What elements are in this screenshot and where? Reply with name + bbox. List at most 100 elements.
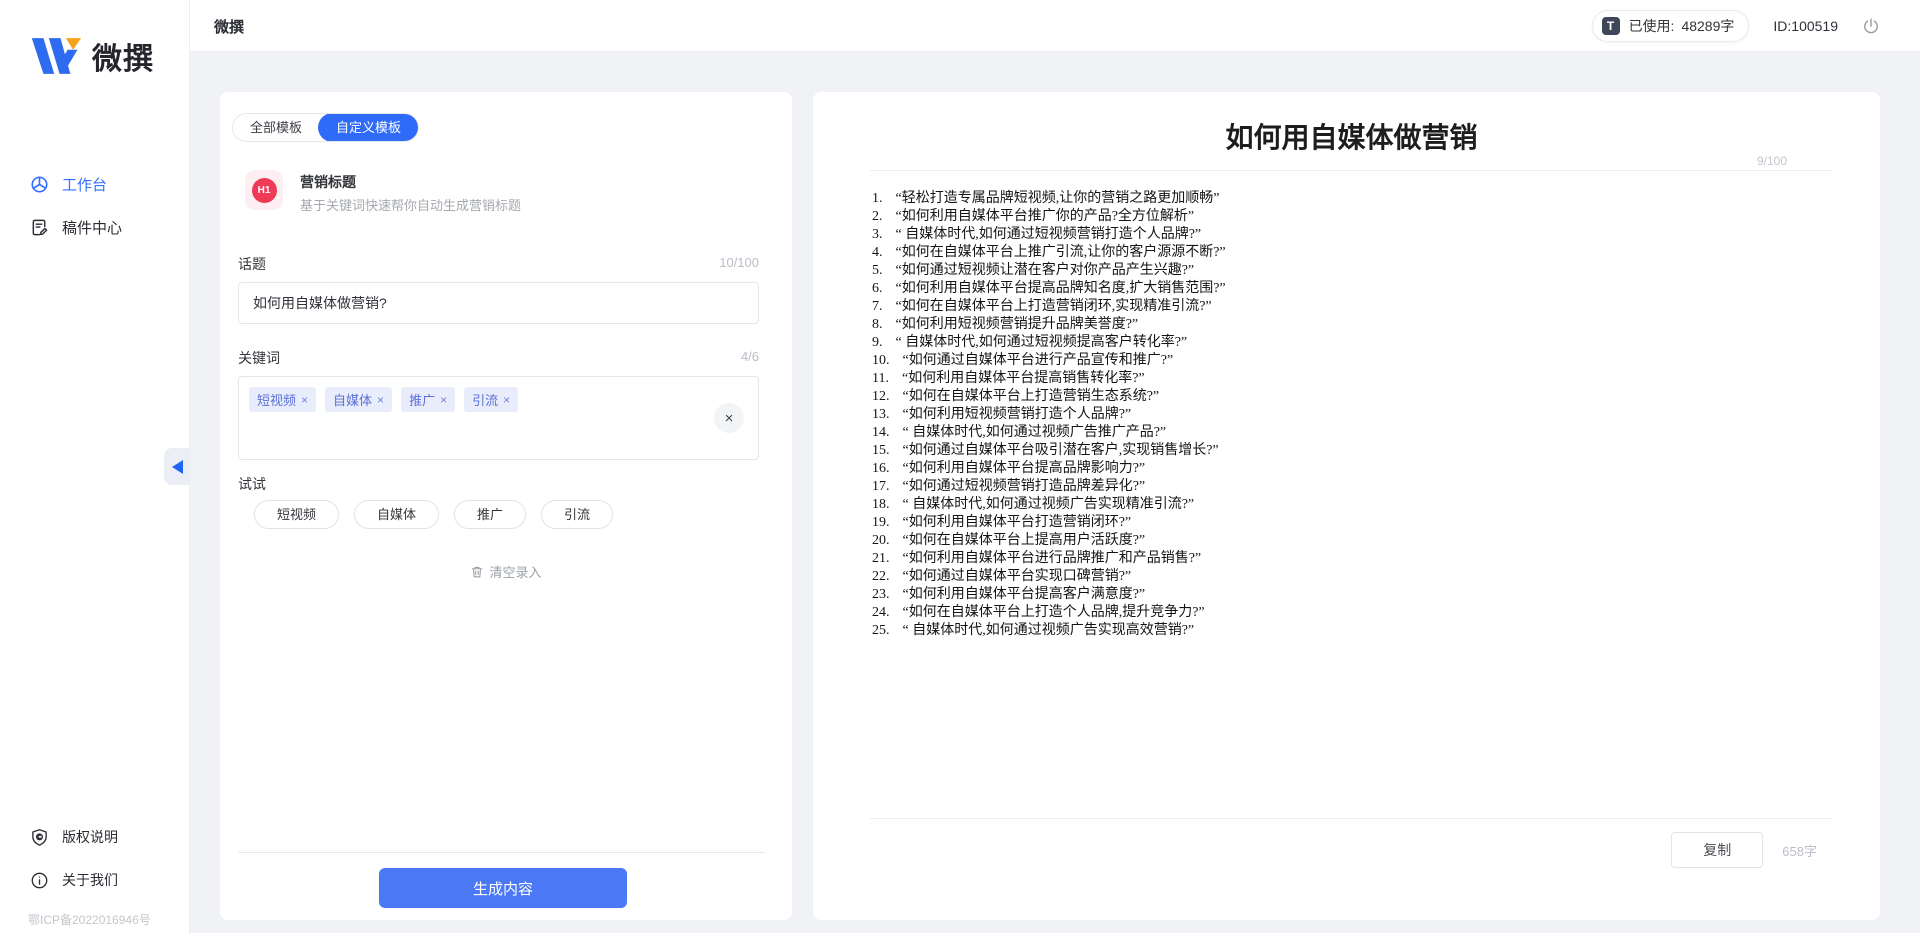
- result-item-text: “ 自媒体时代,如何通过视频广告实现高效营销?”: [903, 622, 1195, 640]
- topic-label: 话题: [238, 254, 266, 274]
- result-item-number: 9.: [872, 334, 883, 352]
- keywords-input-area[interactable]: 短视频× 自媒体 × 推广 × 引流 × ×: [238, 376, 759, 460]
- result-item: 3. “ 自媒体时代,如何通过短视频营销打造个人品牌?”: [872, 226, 1835, 244]
- result-item: 1.“轻松打造专属品牌短视频,让你的营销之路更加顺畅”: [872, 190, 1835, 208]
- remove-keyword-icon[interactable]: ×: [503, 393, 510, 407]
- result-item-number: 19.: [872, 514, 890, 532]
- generate-content-button[interactable]: 生成内容: [379, 868, 627, 908]
- keyword-tag-label: 推广: [409, 390, 435, 409]
- result-item-text: “如何利用短视频营销打造个人品牌?”: [903, 406, 1132, 424]
- suggestion-pill[interactable]: 推广: [454, 500, 526, 529]
- close-icon: ×: [725, 410, 734, 427]
- result-item-number: 10.: [872, 352, 890, 370]
- result-item-number: 15.: [872, 442, 890, 460]
- result-item-number: 16.: [872, 460, 890, 478]
- keyword-tag: 引流 ×: [464, 387, 518, 412]
- sidebar: 微撰 工作台 稿件中心 版权说明: [0, 0, 190, 933]
- result-item: 17. “如何通过短视频营销打造品牌差异化?”: [872, 478, 1835, 496]
- remove-keyword-icon[interactable]: ×: [440, 393, 447, 407]
- result-item: 4. “如何在自媒体平台上推广引流,让你的客户源源不断?”: [872, 244, 1835, 262]
- result-item-number: 8.: [872, 316, 883, 334]
- topic-input[interactable]: [238, 282, 759, 324]
- result-item-number: 12.: [872, 388, 890, 406]
- clear-keywords-button[interactable]: ×: [714, 403, 744, 433]
- result-item: 15. “如何通过自媒体平台吸引潜在客户,实现销售增长?”: [872, 442, 1835, 460]
- keyword-tag-label: 自媒体: [333, 390, 372, 409]
- keyword-tag: 短视频×: [249, 387, 316, 412]
- result-item: 2.“如何利用自媒体平台推广你的产品?全方位解析”: [872, 208, 1835, 226]
- keyword-tag-label: 引流: [472, 390, 498, 409]
- clear-entry-label: 清空录入: [489, 562, 541, 581]
- sidebar-item-copyright[interactable]: 版权说明: [30, 827, 118, 847]
- result-item-text: “ 自媒体时代,如何通过短视频营销打造个人品牌?”: [896, 226, 1202, 244]
- logout-button[interactable]: [1862, 17, 1880, 35]
- user-id: ID:100519: [1773, 18, 1838, 34]
- template-form-panel: 全部模板 自定义模板 H1 营销标题 基于关键词快速帮你自动生成营销标题 话题 …: [220, 92, 792, 920]
- result-item-text: “如何利用自媒体平台推广你的产品?全方位解析”: [896, 208, 1195, 226]
- remove-keyword-icon[interactable]: ×: [377, 393, 384, 407]
- sidebar-item-workspace[interactable]: 工作台: [30, 174, 107, 195]
- result-item-text: “如何通过短视频营销打造品牌差异化?”: [903, 478, 1146, 496]
- result-item-text: “ 自媒体时代,如何通过短视频提高客户转化率?”: [896, 334, 1188, 352]
- usage-badge: T 已使用: 48289字: [1592, 10, 1750, 42]
- result-item-number: 14.: [872, 424, 890, 442]
- template-description: 基于关键词快速帮你自动生成营销标题: [300, 195, 521, 214]
- drafts-icon: [30, 218, 49, 237]
- result-panel: 如何用自媒体做营销 9/100 1.“轻松打造专属品牌短视频,让你的营销之路更加…: [813, 92, 1880, 920]
- copyright-shield-icon: [30, 828, 49, 847]
- result-item-text: “如何利用自媒体平台进行品牌推广和产品销售?”: [903, 550, 1202, 568]
- result-item: 24.“如何在自媒体平台上打造个人品牌,提升竞争力?”: [872, 604, 1835, 622]
- sidebar-item-about[interactable]: 关于我们: [30, 870, 118, 890]
- keywords-counter: 4/6: [741, 349, 759, 364]
- copy-button[interactable]: 复制: [1671, 832, 1763, 868]
- result-item-number: 3.: [872, 226, 883, 244]
- result-item: 19. “如何利用自媒体平台打造营销闭环?”: [872, 514, 1835, 532]
- result-item-text: “ 自媒体时代,如何通过视频广告推广产品?”: [903, 424, 1167, 442]
- page-title: 微撰: [214, 0, 244, 52]
- result-item-text: “如何通过自媒体平台吸引潜在客户,实现销售增长?”: [903, 442, 1219, 460]
- header: 微撰 T 已使用: 48289字 ID:100519: [190, 0, 1920, 52]
- tab-all-templates[interactable]: 全部模板: [233, 114, 319, 141]
- result-item-text: “如何通过自媒体平台进行产品宣传和推广?”: [903, 352, 1174, 370]
- divider: [870, 170, 1833, 171]
- result-item-text: “如何利用自媒体平台提高品牌知名度,扩大销售范围?”: [896, 280, 1226, 298]
- result-item-text: “如何利用短视频营销提升品牌美誉度?”: [896, 316, 1139, 334]
- result-item: 21. “如何利用自媒体平台进行品牌推广和产品销售?”: [872, 550, 1835, 568]
- template-name: 营销标题: [300, 172, 356, 192]
- chevron-left-icon: [172, 460, 183, 474]
- suggestion-pill[interactable]: 引流: [541, 500, 613, 529]
- clear-entry-button[interactable]: 清空录入: [220, 562, 792, 581]
- result-item-number: 21.: [872, 550, 890, 568]
- info-icon: [30, 871, 49, 890]
- result-item-text: “如何利用自媒体平台打造营销闭环?”: [903, 514, 1132, 532]
- suggestion-pill[interactable]: 自媒体: [354, 500, 439, 529]
- result-item-number: 4.: [872, 244, 883, 262]
- template-card[interactable]: H1: [245, 170, 283, 210]
- result-item-text: “如何在自媒体平台上推广引流,让你的客户源源不断?”: [896, 244, 1226, 262]
- tab-custom-templates[interactable]: 自定义模板: [318, 113, 419, 142]
- keyword-tags: 短视频× 自媒体 × 推广 × 引流 ×: [249, 387, 518, 412]
- suggestion-pill[interactable]: 短视频: [254, 500, 339, 529]
- collapse-sidebar-button[interactable]: [164, 448, 190, 485]
- sidebar-item-label: 关于我们: [62, 870, 118, 890]
- logo: 微撰: [30, 34, 154, 78]
- result-item-number: 25.: [872, 622, 890, 640]
- icp-number: 鄂ICP备2022016946号: [28, 911, 151, 928]
- result-item: 20.“如何在自媒体平台上提高用户活跃度?”: [872, 532, 1835, 550]
- result-item-number: 18.: [872, 496, 890, 514]
- result-item-number: 13.: [872, 406, 890, 424]
- result-title: 如何用自媒体做营销: [870, 116, 1833, 156]
- result-item-number: 17.: [872, 478, 890, 496]
- result-item-number: 23.: [872, 586, 890, 604]
- result-item-number: 20.: [872, 532, 890, 550]
- remove-keyword-icon[interactable]: ×: [301, 393, 308, 407]
- sidebar-item-drafts[interactable]: 稿件中心: [30, 217, 122, 238]
- result-item: 18. “ 自媒体时代,如何通过视频广告实现精准引流?”: [872, 496, 1835, 514]
- suggestions-label: 试试: [238, 474, 266, 494]
- result-item: 12.“如何在自媒体平台上打造营销生态系统?”: [872, 388, 1835, 406]
- result-item-text: “ 自媒体时代,如何通过视频广告实现精准引流?”: [903, 496, 1195, 514]
- result-item: 9. “ 自媒体时代,如何通过短视频提高客户转化率?”: [872, 334, 1835, 352]
- result-item-text: “轻松打造专属品牌短视频,让你的营销之路更加顺畅”: [896, 190, 1220, 208]
- result-item-number: 24.: [872, 604, 890, 622]
- result-item: 22.“如何通过自媒体平台实现口碑营销?”: [872, 568, 1835, 586]
